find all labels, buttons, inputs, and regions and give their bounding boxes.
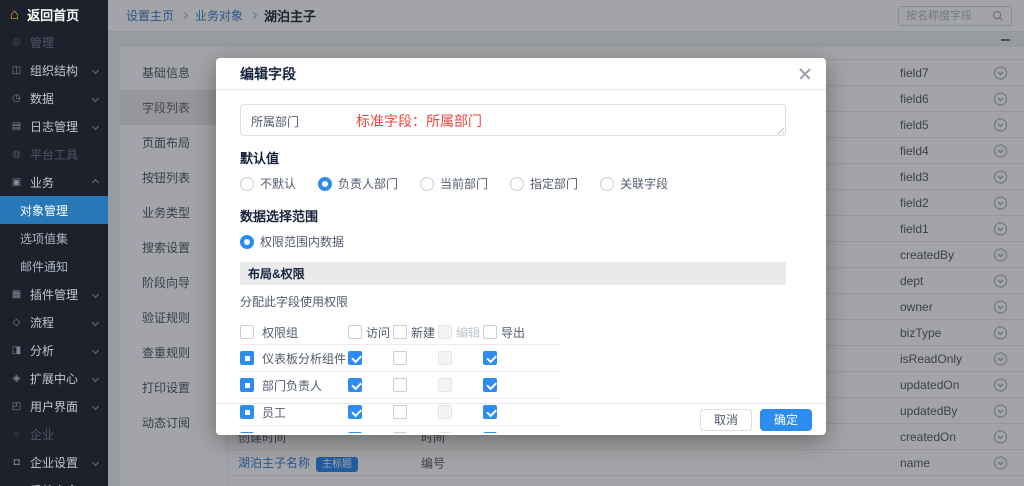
edit-column-checkbox: [438, 325, 452, 339]
row-select-checkbox[interactable]: [240, 378, 254, 392]
radio-no-default[interactable]: 不默认: [240, 175, 296, 192]
radio-selected-icon: [240, 235, 254, 249]
sidebar-item-analysis[interactable]: ◨ 分析: [0, 336, 108, 364]
sidebar-item-log-management[interactable]: ▤ 日志管理: [0, 112, 108, 140]
cancel-button[interactable]: 取消: [700, 409, 752, 431]
sidebar-item-option-value-set[interactable]: 选项值集: [0, 224, 108, 252]
data-scope-label: 数据选择范围: [240, 206, 802, 225]
select-all-checkbox[interactable]: [240, 325, 254, 339]
plugin-icon: ▦: [10, 289, 23, 300]
modal-footer: 取消 确定: [216, 403, 826, 435]
business-icon: ▣: [10, 177, 23, 188]
modal-body: 所属部门 标准字段：所属部门 默认值 不默认 负责人部门 当前部门 指定部门 关…: [216, 104, 826, 433]
app-window: ⌂ 返回首页 ◎ 管理 ◫ 组织结构 ◷ 数据 ▤ 日志管理 ◍ 平台工具 ▣: [0, 0, 1024, 486]
access-checkbox[interactable]: [348, 378, 362, 392]
assign-permission-label: 分配此字段使用权限: [240, 293, 802, 310]
chevron-down-icon: [92, 122, 99, 129]
chevron-down-icon: [92, 94, 99, 101]
sidebar-item-user-interface[interactable]: ◰ 用户界面: [0, 392, 108, 420]
sidebar-item-enterprise[interactable]: ○ 企业: [0, 420, 108, 448]
row-select-checkbox[interactable]: [240, 351, 254, 365]
sidebar-item-object-management[interactable]: 对象管理: [0, 196, 108, 224]
radio-selected-icon: [318, 177, 332, 191]
process-icon: ◇: [10, 317, 23, 328]
permission-row: 仪表板分析组件: [240, 344, 560, 371]
sidebar-item-email-notification[interactable]: 邮件通知: [0, 252, 108, 280]
radio-icon: [240, 177, 254, 191]
sidebar-item-plugin-management[interactable]: ▦ 插件管理: [0, 280, 108, 308]
sidebar-item-system-security[interactable]: ◙ 系统安全: [0, 476, 108, 486]
close-icon[interactable]: [798, 67, 812, 81]
resize-handle-icon[interactable]: [775, 125, 784, 134]
access-column-checkbox[interactable]: [348, 325, 362, 339]
chevron-down-icon: [92, 402, 99, 409]
export-checkbox[interactable]: [483, 378, 497, 392]
modal-title: 编辑字段: [240, 64, 296, 84]
layout-permission-section-bar: 布局&权限: [240, 262, 786, 285]
sidebar-item-extension-center[interactable]: ◈ 扩展中心: [0, 364, 108, 392]
create-checkbox[interactable]: [393, 378, 407, 392]
chevron-down-icon: [92, 66, 99, 73]
edit-checkbox: [438, 378, 452, 392]
radio-icon: [510, 177, 524, 191]
ok-button[interactable]: 确定: [760, 409, 812, 431]
radio-permission-scope-data[interactable]: 权限范围内数据: [240, 233, 344, 250]
main-sidebar: ⌂ 返回首页 ◎ 管理 ◫ 组织结构 ◷ 数据 ▤ 日志管理 ◍ 平台工具 ▣: [0, 0, 108, 486]
radio-owner-department[interactable]: 负责人部门: [318, 175, 398, 192]
platform-tools-icon: ◍: [10, 149, 23, 160]
sidebar-item-business[interactable]: ▣ 业务: [0, 168, 108, 196]
edit-field-modal: 编辑字段 所属部门 标准字段：所属部门 默认值 不默认 负责人部门 当前部门 指…: [216, 58, 826, 435]
data-icon: ◷: [10, 93, 23, 104]
chevron-down-icon: [92, 374, 99, 381]
export-column-checkbox[interactable]: [483, 325, 497, 339]
access-checkbox[interactable]: [348, 351, 362, 365]
default-value-radios: 不默认 负责人部门 当前部门 指定部门 关联字段: [240, 175, 802, 192]
log-icon: ▤: [10, 121, 23, 132]
permission-row: 部门负责人: [240, 371, 560, 398]
sidebar-item-platform-tools[interactable]: ◍ 平台工具: [0, 140, 108, 168]
org-structure-icon: ◫: [10, 65, 23, 76]
edit-checkbox: [438, 351, 452, 365]
permission-table-header: 权限组 访问 新建 编辑 导出: [240, 320, 560, 344]
chevron-down-icon: [92, 318, 99, 325]
user-interface-icon: ◰: [10, 401, 23, 412]
field-name-value: 所属部门: [251, 113, 299, 130]
back-to-home[interactable]: ⌂ 返回首页: [0, 0, 108, 28]
sidebar-item-org-structure[interactable]: ◫ 组织结构: [0, 56, 108, 84]
extension-icon: ◈: [10, 373, 23, 384]
radio-current-department[interactable]: 当前部门: [420, 175, 488, 192]
chevron-up-icon: [92, 178, 99, 185]
modal-header: 编辑字段: [216, 58, 826, 90]
permission-group-name: 仪表板分析组件: [262, 350, 346, 367]
chevron-down-icon: [92, 346, 99, 353]
chevron-down-icon: [92, 458, 99, 465]
sidebar-item-process[interactable]: ◇ 流程: [0, 308, 108, 336]
create-column-checkbox[interactable]: [393, 325, 407, 339]
field-name-textarea[interactable]: 所属部门 标准字段：所属部门: [240, 104, 786, 136]
radio-icon: [420, 177, 434, 191]
enterprise-settings-icon: ◘: [10, 457, 23, 468]
back-to-home-label: 返回首页: [27, 5, 79, 24]
red-annotation: 标准字段：所属部门: [356, 111, 482, 131]
chevron-down-icon: [92, 290, 99, 297]
default-value-label: 默认值: [240, 148, 802, 167]
radio-icon: [600, 177, 614, 191]
data-scope-radios: 权限范围内数据: [240, 233, 802, 250]
export-checkbox[interactable]: [483, 351, 497, 365]
sidebar-item-data[interactable]: ◷ 数据: [0, 84, 108, 112]
radio-related-field[interactable]: 关联字段: [600, 175, 668, 192]
enterprise-icon: ○: [10, 429, 23, 440]
manage-icon: ◎: [10, 37, 23, 48]
analysis-icon: ◨: [10, 345, 23, 356]
radio-specified-department[interactable]: 指定部门: [510, 175, 578, 192]
sidebar-item-manage[interactable]: ◎ 管理: [0, 28, 108, 56]
permission-group-name: 部门负责人: [262, 377, 322, 394]
home-icon: ⌂: [10, 7, 19, 22]
sidebar-item-enterprise-settings[interactable]: ◘ 企业设置: [0, 448, 108, 476]
create-checkbox[interactable]: [393, 351, 407, 365]
